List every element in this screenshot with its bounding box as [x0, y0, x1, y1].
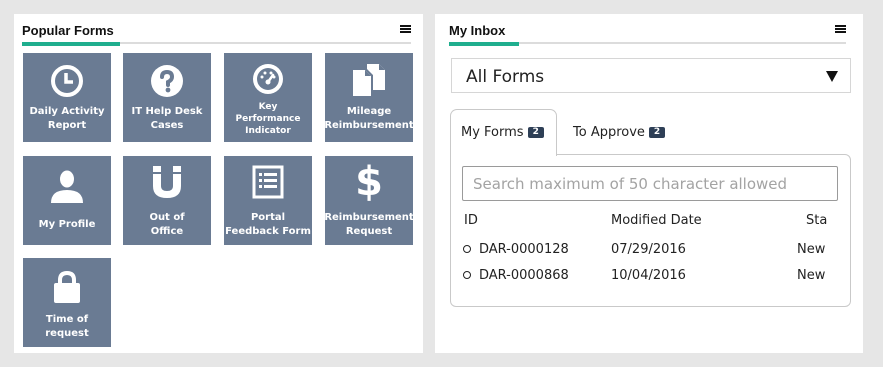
popular-forms-panel: Popular Forms Daily Activity Report IT H… — [14, 14, 423, 353]
clock-icon — [463, 271, 471, 279]
row-status: New — [797, 268, 826, 283]
tile-label: Key Performance Indicator — [235, 102, 301, 136]
tile-mileage-reimbursement[interactable]: Mileage Reimbursement — [324, 53, 414, 142]
tab-my-forms[interactable]: My Forms 2 — [461, 125, 544, 140]
tile-label: Time of request — [45, 314, 89, 339]
header-accent — [449, 42, 519, 46]
tile-it-help-desk-cases[interactable]: IT Help Desk Cases — [123, 53, 211, 142]
count-badge: 2 — [527, 127, 544, 138]
lock-icon — [23, 270, 111, 304]
tile-key-performance-indicator[interactable]: Key Performance Indicator — [224, 53, 312, 142]
tile-reimbursement-request[interactable]: $ Reimbursement Request — [324, 156, 414, 245]
tile-label: Out of Office — [149, 212, 185, 237]
gauge-icon — [224, 63, 312, 95]
tab-to-approve[interactable]: To Approve 2 — [573, 125, 666, 140]
count-badge: 2 — [648, 127, 666, 138]
question-icon — [123, 64, 211, 98]
search-input[interactable] — [462, 166, 838, 201]
popular-forms-header: Popular Forms — [22, 23, 411, 46]
tile-time-of-request[interactable]: Time of request — [23, 258, 111, 347]
caret-down-icon — [826, 71, 838, 82]
tile-my-profile[interactable]: My Profile — [23, 156, 111, 245]
documents-icon — [325, 62, 413, 98]
my-inbox-header: My Inbox — [449, 23, 846, 46]
clock-icon — [23, 64, 111, 98]
hamburger-menu-icon[interactable] — [835, 25, 846, 35]
tile-daily-activity-report[interactable]: Daily Activity Report — [23, 53, 111, 142]
column-header-id[interactable]: ID — [464, 213, 478, 228]
hamburger-menu-icon[interactable] — [400, 25, 411, 35]
tab-label: To Approve — [573, 125, 645, 140]
tile-portal-feedback-form[interactable]: Portal Feedback Form — [224, 156, 312, 245]
tile-label: Daily Activity Report — [29, 106, 105, 131]
clock-icon — [463, 245, 471, 253]
tile-label: Reimbursement Request — [324, 212, 414, 237]
my-inbox-title: My Inbox — [449, 23, 506, 38]
row-status: New — [797, 242, 826, 257]
magnet-icon — [123, 165, 211, 199]
form-filter-select[interactable]: All Forms — [451, 58, 851, 93]
tab-label: My Forms — [461, 125, 524, 140]
form-filter-value: All Forms — [466, 67, 545, 87]
tile-label: Portal Feedback Form — [225, 212, 311, 237]
tile-label: My Profile — [38, 219, 96, 230]
row-id[interactable]: DAR-0000128 — [463, 242, 569, 257]
tile-label: IT Help Desk Cases — [131, 106, 203, 131]
row-id-text: DAR-0000868 — [479, 268, 569, 283]
tile-label: Mileage Reimbursement — [324, 106, 414, 131]
popular-forms-title: Popular Forms — [22, 23, 114, 38]
column-header-modified-date[interactable]: Modified Date — [611, 213, 702, 228]
person-icon — [23, 169, 111, 203]
dollar-icon: $ — [355, 159, 383, 205]
row-id-text: DAR-0000128 — [479, 242, 569, 257]
header-accent — [22, 42, 120, 46]
tile-out-of-office[interactable]: Out of Office — [123, 156, 211, 245]
row-id[interactable]: DAR-0000868 — [463, 268, 569, 283]
row-modified-date: 07/29/2016 — [611, 242, 686, 257]
my-inbox-panel: My Inbox All Forms My Forms 2 To Approve… — [435, 14, 863, 353]
row-modified-date: 10/04/2016 — [611, 268, 686, 283]
column-header-status[interactable]: Sta — [806, 213, 827, 228]
form-list-icon — [224, 165, 312, 199]
